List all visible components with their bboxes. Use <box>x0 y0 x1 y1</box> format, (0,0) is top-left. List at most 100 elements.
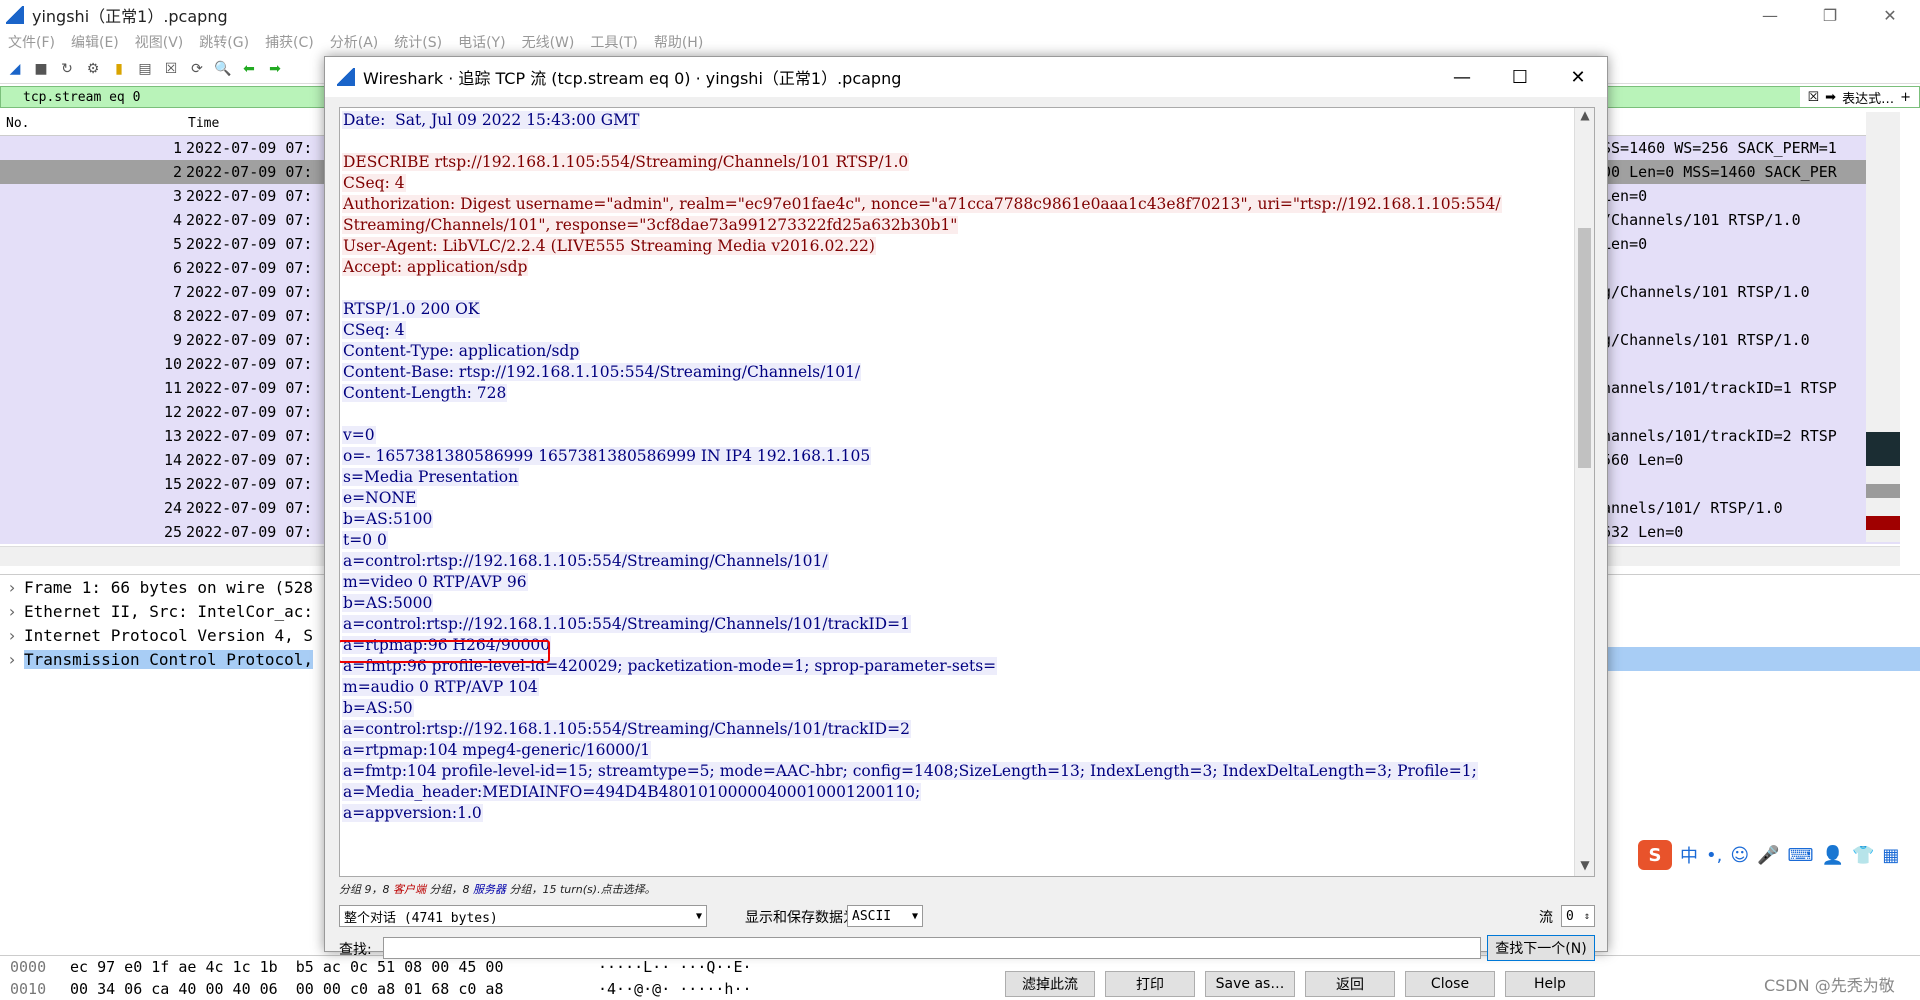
stream-line: Content-Base: rtsp://192.168.1.105:554/S… <box>342 362 1574 383</box>
save-file-icon[interactable]: ▤ <box>134 58 156 80</box>
ime-emoji-icon[interactable]: ☺ <box>1730 845 1749 866</box>
go-forward-icon[interactable]: ➡ <box>264 58 286 80</box>
go-back-icon[interactable]: ⬅ <box>238 58 260 80</box>
stream-line-text: m=audio 0 RTP/AVP 104 <box>342 678 539 696</box>
packet-info: Len=0 <box>1602 187 1648 205</box>
wireshark-fin-icon <box>6 6 24 24</box>
menu-item[interactable]: 视图(V) <box>135 32 184 52</box>
stream-line: m=audio 0 RTP/AVP 104 <box>342 677 1574 698</box>
print-button[interactable]: 打印 <box>1105 971 1195 997</box>
ime-voice-icon[interactable]: 🎤 <box>1757 845 1779 866</box>
stream-line-text: a=Media_header:MEDIAINFO=494D4B480101000… <box>342 783 922 801</box>
ime-chinese-icon[interactable]: 中 <box>1680 842 1698 868</box>
menu-item[interactable]: 电话(Y) <box>458 32 505 52</box>
stream-line: Accept: application/sdp <box>342 257 1574 278</box>
menu-item[interactable]: 文件(F) <box>8 32 55 52</box>
open-file-icon[interactable]: ▮ <box>108 58 130 80</box>
dialog-close-icon[interactable]: ✕ <box>1549 57 1607 97</box>
scroll-thumb[interactable] <box>1578 228 1591 468</box>
stream-line-text: a=control:rtsp://192.168.1.105:554/Strea… <box>342 615 911 633</box>
menu-item[interactable]: 编辑(E) <box>71 32 119 52</box>
packet-list-scrollbar[interactable] <box>1866 112 1900 542</box>
stream-line-text: CSeq: 4 <box>342 174 406 192</box>
save-as-button[interactable]: Save as… <box>1205 971 1295 997</box>
close-button[interactable]: Close <box>1405 971 1495 997</box>
scroll-up-icon[interactable]: ▲ <box>1575 108 1594 126</box>
apply-filter-icon[interactable]: ➡ <box>1825 90 1836 105</box>
ime-skin-icon[interactable]: 👕 <box>1852 845 1874 866</box>
expression-button[interactable]: 表达式… <box>1842 88 1894 107</box>
ime-toolbar[interactable]: S 中 •, ☺ 🎤 ⌨ 👤 👕 ▦ <box>1638 840 1899 870</box>
find-input[interactable] <box>383 937 1481 959</box>
packet-no: 15 <box>163 475 182 493</box>
reload-file-icon[interactable]: ⟳ <box>186 58 208 80</box>
packet-info: SS=1460 WS=256 SACK_PERM=1 <box>1602 139 1837 157</box>
data-format-select[interactable]: ASCII ▼ <box>847 905 923 927</box>
menu-item[interactable]: 统计(S) <box>394 32 442 52</box>
stream-scrollbar[interactable]: ▲ ▼ <box>1574 108 1594 876</box>
stream-line-text: e=NONE <box>342 489 418 507</box>
ime-user-icon[interactable]: 👤 <box>1822 845 1844 866</box>
clear-filter-icon[interactable]: ☒ <box>1808 90 1820 105</box>
stream-line: DESCRIBE rtsp://192.168.1.105:554/Stream… <box>342 152 1574 173</box>
column-no[interactable]: No. <box>0 116 188 131</box>
add-filter-icon[interactable]: + <box>1900 90 1911 105</box>
find-packet-icon[interactable]: 🔍 <box>212 58 234 80</box>
restart-capture-icon[interactable]: ↻ <box>56 58 78 80</box>
expand-arrow-icon[interactable]: › <box>0 650 24 669</box>
menu-item[interactable]: 跳转(G) <box>199 32 249 52</box>
packet-time: 2022-07-09 07: <box>186 499 313 517</box>
close-file-icon[interactable]: ☒ <box>160 58 182 80</box>
stream-line: a=control:rtsp://192.168.1.105:554/Strea… <box>342 719 1574 740</box>
menu-item[interactable]: 工具(T) <box>590 32 637 52</box>
help-button[interactable]: Help <box>1505 971 1595 997</box>
packet-info: g/Channels/101 RTSP/1.0 <box>1602 283 1810 301</box>
conversation-select[interactable]: 整个对话 (4741 bytes) ▼ <box>339 905 707 927</box>
packet-info: Len=0 <box>1602 235 1648 253</box>
packet-time: 2022-07-09 07: <box>186 379 313 397</box>
main-titlebar: yingshi（正常1）.pcapng — ❐ ✕ <box>0 0 1920 30</box>
menu-item[interactable]: 捕获(C) <box>265 32 314 52</box>
packet-no: 6 <box>172 259 182 277</box>
stream-line-text: Accept: application/sdp <box>342 258 529 276</box>
stop-capture-icon[interactable]: ■ <box>30 58 52 80</box>
close-icon[interactable]: ✕ <box>1860 0 1920 30</box>
menu-item[interactable]: 帮助(H) <box>654 32 703 52</box>
stream-line-text: Authorization: Digest username="admin", … <box>342 195 1502 213</box>
packet-no: 8 <box>172 307 182 325</box>
dialog-title: Wireshark · 追踪 TCP 流 (tcp.stream eq 0) ·… <box>363 69 902 88</box>
maximize-icon[interactable]: ❐ <box>1800 0 1860 30</box>
filter-out-button[interactable]: 滤掉此流 <box>1005 971 1095 997</box>
stream-content[interactable]: Date: Sat, Jul 09 2022 15:43:00 GMT DESCR… <box>339 107 1595 877</box>
start-capture-icon[interactable]: ◢ <box>4 58 26 80</box>
packet-info: annels/101/ RTSP/1.0 <box>1602 499 1783 517</box>
ime-punct-icon[interactable]: •, <box>1706 845 1722 866</box>
ime-keyboard-icon[interactable]: ⌨ <box>1788 845 1814 866</box>
dialog-minimize-icon[interactable]: — <box>1433 57 1491 97</box>
back-button[interactable]: 返回 <box>1305 971 1395 997</box>
stream-line: v=0 <box>342 425 1574 446</box>
menu-item[interactable]: 分析(A) <box>330 32 379 52</box>
dialog-maximize-icon[interactable]: ☐ <box>1491 57 1549 97</box>
packet-no: 3 <box>172 187 182 205</box>
ime-apps-icon[interactable]: ▦ <box>1882 845 1899 866</box>
spin-icon[interactable]: ⇕ <box>1584 911 1590 922</box>
capture-options-icon[interactable]: ⚙ <box>82 58 104 80</box>
stream-line-text: t=0 0 <box>342 531 388 549</box>
stream-line-text: Content-Length: 728 <box>342 384 508 402</box>
expand-arrow-icon[interactable]: › <box>0 602 24 621</box>
find-next-button[interactable]: 查找下一个(N) <box>1487 935 1595 961</box>
stream-line: Streaming/Channels/101", response="3cf8d… <box>342 215 1574 236</box>
packet-time: 2022-07-09 07: <box>186 355 313 373</box>
menu-item[interactable]: 无线(W) <box>522 32 575 52</box>
expand-arrow-icon[interactable]: › <box>0 626 24 645</box>
packet-time: 2022-07-09 07: <box>186 283 313 301</box>
minimize-icon[interactable]: — <box>1740 0 1800 30</box>
display-filter-text[interactable]: tcp.stream eq 0 <box>23 90 140 105</box>
stream-number-spinbox[interactable]: 0 ⇕ <box>1561 905 1595 927</box>
scroll-down-icon[interactable]: ▼ <box>1575 858 1594 876</box>
packet-time: 2022-07-09 07: <box>186 139 313 157</box>
column-time[interactable]: Time <box>188 116 219 131</box>
detail-text: Frame 1: 66 bytes on wire (528 <box>24 577 313 597</box>
expand-arrow-icon[interactable]: › <box>0 578 24 597</box>
